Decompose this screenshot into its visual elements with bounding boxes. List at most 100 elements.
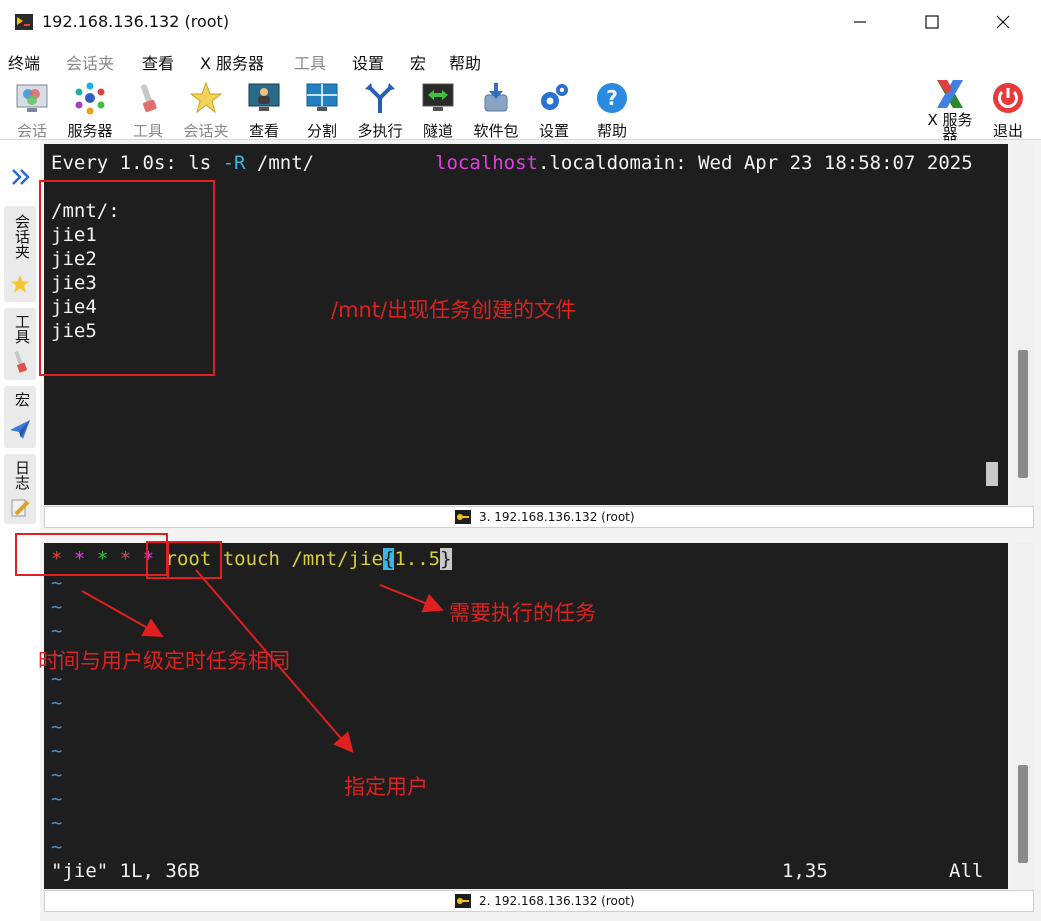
watch-header: Every 1.0s: ls -R /mnt/ xyxy=(51,151,314,175)
top-pane-status-bar: 3. 192.168.136.132 (root) xyxy=(44,506,1034,528)
tunnel-icon xyxy=(422,83,454,111)
menu-macros[interactable]: 宏 xyxy=(410,50,426,74)
watch-header-host: localhost.localdomain: Wed Apr 23 18:58:… xyxy=(435,151,973,175)
exit-label: 退出 xyxy=(992,122,1023,140)
gear-icon xyxy=(541,84,568,110)
watch-header-flag: -R xyxy=(222,152,246,174)
vim-empty-line: ~ xyxy=(51,596,63,618)
vim-cursor-position: 1,35 xyxy=(782,860,828,882)
star-icon xyxy=(189,81,223,114)
vim-empty-line: ~ xyxy=(51,836,63,858)
toolbar: 会话 服务器 工具 会话夹 查看 分割 多执行 隧道 软件包 设置 ? 帮助 X… xyxy=(0,74,1041,143)
help-label: 帮助 xyxy=(596,122,627,140)
brace-range: 1..5 xyxy=(394,548,441,570)
tools-icon xyxy=(14,350,28,373)
dock-tab-macros[interactable]: 宏 xyxy=(4,386,36,448)
xserver-icon xyxy=(937,80,963,108)
packages-icon xyxy=(484,83,508,112)
dock-tab-macros-label: 宏 xyxy=(13,392,31,407)
watch-header-command: Every 1.0s: ls xyxy=(51,152,223,174)
expand-sidebar-icon[interactable] xyxy=(10,166,32,188)
tunnel-label: 隧道 xyxy=(422,122,453,140)
paper-plane-icon xyxy=(10,420,30,439)
split-label: 分割 xyxy=(306,122,337,140)
key-icon xyxy=(455,510,471,524)
servers-label: 服务器 xyxy=(67,122,113,140)
dock-tab-tools-label: 工具 xyxy=(13,314,31,344)
split-button[interactable]: 分割 xyxy=(292,78,352,140)
split-icon xyxy=(306,83,338,111)
sessions-folder-button[interactable]: 会话夹 xyxy=(176,78,236,140)
window-title: 192.168.136.132 (root) xyxy=(42,12,230,31)
dock-tab-tools[interactable]: 工具 xyxy=(4,308,36,380)
vim-empty-line: ~ xyxy=(51,764,63,786)
tools-button[interactable]: 工具 xyxy=(118,78,178,140)
menu-help[interactable]: 帮助 xyxy=(449,50,481,74)
bottom-scrollbar-thumb[interactable] xyxy=(1018,765,1028,863)
settings-label: 设置 xyxy=(538,122,569,140)
vim-file-info: "jie" 1L, 36B xyxy=(51,860,200,882)
multiexec-icon xyxy=(365,83,395,113)
bottom-pane-status-label: 2. 192.168.136.132 (root) xyxy=(479,894,635,908)
menu-terminal[interactable]: 终端 xyxy=(8,50,40,74)
maximize-button[interactable] xyxy=(909,6,955,38)
close-icon xyxy=(996,15,1010,29)
dock-tab-sessions[interactable]: 会话夹 xyxy=(4,206,36,302)
help-icon: ? xyxy=(597,83,627,113)
dock-tab-log-label: 日志 xyxy=(13,460,31,490)
top-scrollbar[interactable] xyxy=(1012,144,1034,505)
menu-bar: 终端 会话夹 查看 X 服务器 工具 设置 宏 帮助 xyxy=(0,44,1041,74)
view-button[interactable]: 查看 xyxy=(234,78,294,140)
multiexec-button[interactable]: 多执行 xyxy=(350,78,410,140)
side-dock: 会话夹 工具 宏 日志 xyxy=(0,140,40,921)
annotation-box-weekday xyxy=(146,541,169,579)
top-pane-status-label: 3. 192.168.136.132 (root) xyxy=(479,510,635,524)
maximize-icon xyxy=(925,15,939,29)
packages-button[interactable]: 软件包 xyxy=(466,78,526,140)
mobaxterm-app-icon xyxy=(15,14,33,30)
annotation-files-created: /mnt/出现任务创建的文件 xyxy=(331,298,577,322)
tools-icon xyxy=(140,84,157,113)
terminal-pane-bottom[interactable]: * * * * * root touch /mnt/jie{1..5} ~ ~ … xyxy=(44,543,1008,889)
brace-close: } xyxy=(440,548,452,570)
watch-header-path: /mnt/ xyxy=(245,152,315,174)
menu-settings[interactable]: 设置 xyxy=(352,50,384,74)
tunnel-button[interactable]: 隧道 xyxy=(408,78,468,140)
help-button[interactable]: ? 帮助 xyxy=(582,78,642,140)
app-window: 192.168.136.132 (root) 终端 会话夹 查看 X 服务器 工… xyxy=(0,0,1041,921)
vim-empty-line: ~ xyxy=(51,620,63,642)
vim-scroll-position: All xyxy=(949,860,984,882)
xserver-label: X 服务 器 xyxy=(920,113,980,143)
vim-empty-line: ~ xyxy=(51,716,63,738)
packages-label: 软件包 xyxy=(473,122,519,140)
settings-button[interactable]: 设置 xyxy=(524,78,584,140)
brace-open: { xyxy=(382,548,395,570)
minimize-button[interactable] xyxy=(837,6,883,38)
bottom-scrollbar[interactable] xyxy=(1012,543,1034,889)
view-label: 查看 xyxy=(248,122,279,140)
vim-empty-line: ~ xyxy=(51,812,63,834)
menu-xserver[interactable]: X 服务器 xyxy=(200,50,264,74)
session-button[interactable]: 会话 xyxy=(2,78,62,140)
xserver-button[interactable]: X 服务 器 xyxy=(920,78,980,143)
watch-header-hostname: localhost xyxy=(435,152,538,174)
vim-empty-line: ~ xyxy=(51,692,63,714)
xserver-label-line2: 器 xyxy=(942,125,958,143)
annotation-task: 需要执行的任务 xyxy=(449,601,596,625)
annotation-time: 时间与用户级定时任务相同 xyxy=(38,649,290,673)
menu-view[interactable]: 查看 xyxy=(142,50,174,74)
servers-icon xyxy=(75,82,105,115)
top-scrollbar-thumb[interactable] xyxy=(1018,350,1028,478)
power-icon xyxy=(993,83,1023,113)
menu-tools[interactable]: 工具 xyxy=(294,50,326,74)
cron-command: touch /mnt/jie xyxy=(211,548,383,570)
annotation-box-file-list xyxy=(39,180,215,376)
close-button[interactable] xyxy=(980,6,1026,38)
star-icon xyxy=(11,275,29,293)
dock-tab-log[interactable]: 日志 xyxy=(4,454,36,524)
servers-button[interactable]: 服务器 xyxy=(60,78,120,140)
menu-sessions[interactable]: 会话夹 xyxy=(66,50,114,74)
exit-button[interactable]: 退出 xyxy=(978,78,1038,140)
view-icon xyxy=(248,83,280,111)
sessions-folder-label: 会话夹 xyxy=(183,122,229,140)
